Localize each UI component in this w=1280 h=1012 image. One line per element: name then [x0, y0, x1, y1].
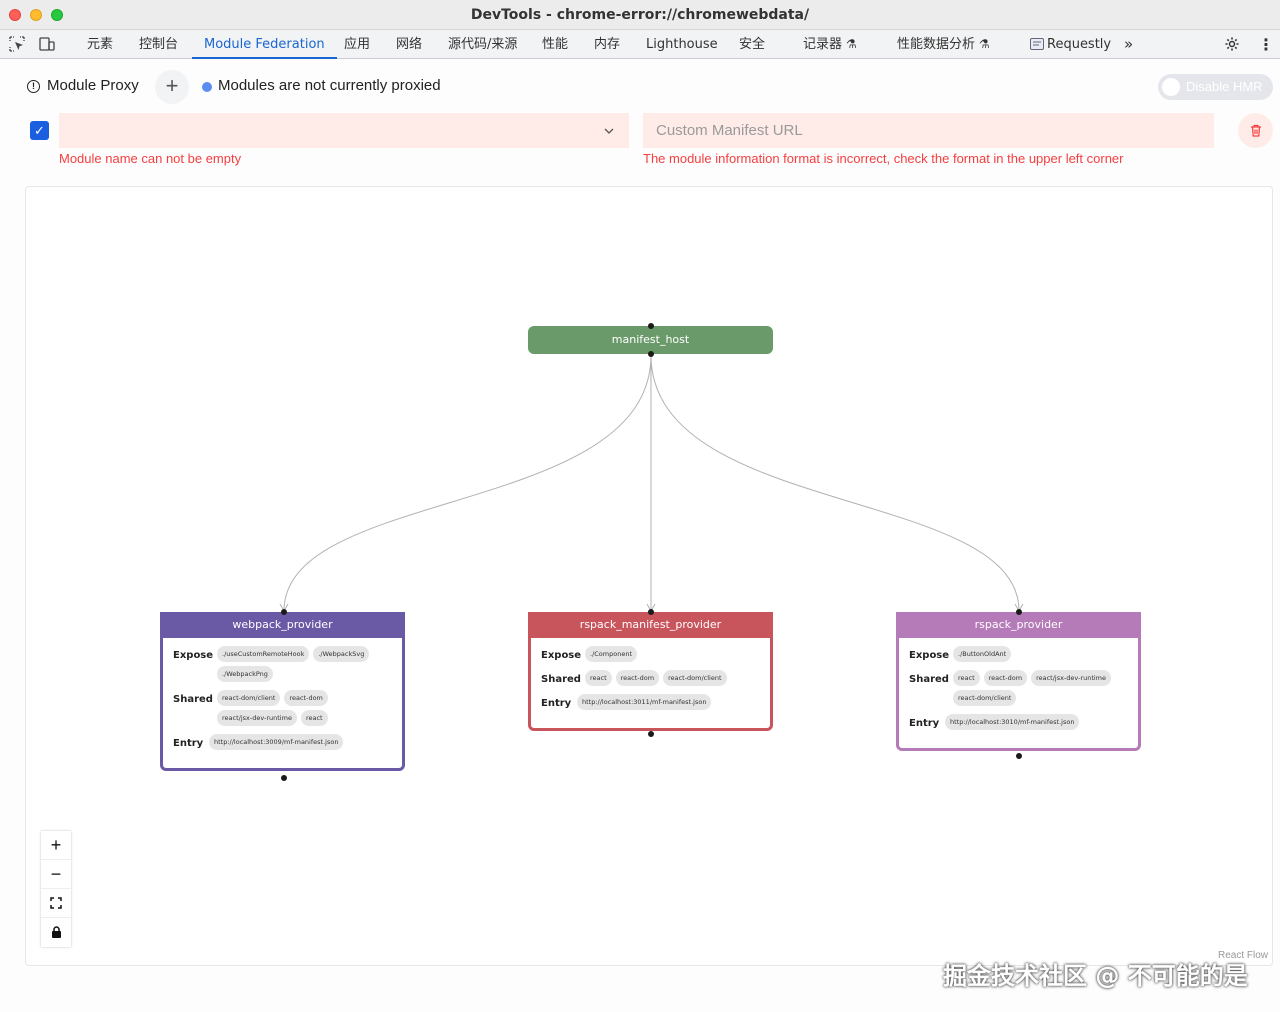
expose-label: Expose — [909, 650, 950, 661]
node-handle[interactable] — [648, 609, 654, 615]
trash-icon — [1250, 124, 1261, 137]
edge-host-webpack — [283, 354, 652, 612]
device-toggle-icon[interactable] — [39, 36, 55, 52]
shared-chip: react-dom — [983, 670, 1028, 686]
shared-chip: react/jsx-dev-runtime — [1031, 670, 1112, 686]
expose-chip: ./Component — [585, 646, 637, 662]
node-handle[interactable] — [648, 351, 654, 357]
edge-host-rspack — [650, 354, 1020, 612]
entry-label: Entry — [173, 738, 204, 749]
shared-chip: react/jsx-dev-runtime — [217, 710, 297, 726]
disable-hmr-toggle[interactable]: Disable HMR — [1158, 74, 1273, 100]
expose-chip: ./ButtonOldAnt — [953, 646, 1012, 662]
entry-label: Entry — [541, 698, 572, 709]
toggle-knob — [1162, 78, 1180, 96]
tab-lighthouse[interactable]: Lighthouse — [646, 30, 718, 59]
window-title: DevTools - chrome-error://chromewebdata/ — [470, 7, 810, 23]
tab-requestly[interactable]: Requestly — [1047, 30, 1111, 59]
host-node[interactable]: manifest_host — [528, 326, 773, 354]
disable-hmr-label: Disable HMR — [1186, 79, 1263, 94]
dependency-graph-canvas[interactable]: manifest_host webpack_provider Expose ./u… — [25, 186, 1273, 966]
shared-chip: react — [585, 670, 612, 686]
provider-node-title: rspack_provider — [896, 612, 1141, 638]
provider-node-title: rspack_manifest_provider — [528, 612, 773, 638]
tab-security[interactable]: 安全 — [739, 30, 765, 59]
lock-icon — [51, 926, 61, 938]
shared-chip: react-dom/client — [217, 690, 281, 706]
delete-module-button[interactable] — [1238, 113, 1273, 148]
requestly-icon — [1030, 38, 1044, 50]
more-tabs-chevron-icon[interactable]: » — [1124, 30, 1133, 59]
fit-view-icon — [50, 897, 62, 909]
tab-recorder-label: 记录器 — [803, 37, 843, 52]
shared-label: Shared — [541, 674, 581, 685]
tab-performance[interactable]: 性能 — [542, 30, 568, 59]
tab-module-federation[interactable]: Module Federation — [192, 30, 337, 59]
manifest-url-error: The module information format is incorre… — [643, 151, 1124, 166]
module-name-select[interactable] — [59, 113, 629, 148]
node-handle[interactable] — [281, 775, 287, 781]
devtools-tabbar: 元素 控制台 Module Federation 应用 网络 源代码/来源 性能… — [0, 30, 1280, 59]
zoom-in-button[interactable]: + — [41, 831, 71, 860]
tab-performance-insights[interactable]: 性能数据分析 ⚗ — [897, 30, 990, 59]
shared-chip: react — [300, 710, 328, 726]
tab-console[interactable]: 控制台 — [139, 30, 178, 59]
provider-node-title: webpack_provider — [160, 612, 405, 638]
module-enabled-checkbox[interactable]: ✓ — [30, 121, 49, 140]
tab-memory[interactable]: 内存 — [594, 30, 620, 59]
chevron-down-icon — [604, 128, 614, 134]
graph-edges — [279, 354, 1024, 613]
shared-chip: react-dom/client — [663, 670, 727, 686]
node-handle[interactable] — [281, 609, 287, 615]
entry-label: Entry — [909, 718, 940, 729]
node-handle[interactable] — [1016, 609, 1022, 615]
shared-label: Shared — [173, 694, 213, 705]
tab-recorder[interactable]: 记录器 ⚗ — [803, 30, 857, 59]
expose-label: Expose — [541, 650, 582, 661]
watermark-text: 掘金技术社区 @ 不可能的是 — [943, 962, 1248, 990]
lock-toggle-button[interactable] — [41, 918, 71, 947]
shared-chip: react-dom — [615, 670, 660, 686]
custom-manifest-url-input[interactable] — [643, 113, 1214, 148]
node-handle[interactable] — [1016, 753, 1022, 759]
zoom-out-button[interactable]: − — [41, 860, 71, 889]
tab-elements[interactable]: 元素 — [87, 30, 113, 59]
inspect-element-icon[interactable] — [9, 36, 25, 52]
tab-sources[interactable]: 源代码/来源 — [448, 30, 517, 59]
entry-chip: http://localhost:3010/mf-manifest.json — [945, 714, 1080, 730]
proxy-status-text: Modules are not currently proxied — [218, 77, 441, 94]
shared-chip: react — [953, 670, 980, 686]
more-options-kebab-icon[interactable]: ⋮ — [1258, 30, 1274, 59]
expose-chip: ./WebpackPng — [217, 666, 273, 682]
shared-label: Shared — [909, 674, 949, 685]
node-handle[interactable] — [648, 731, 654, 737]
settings-gear-icon[interactable] — [1224, 36, 1240, 52]
flow-controls: + − — [41, 831, 71, 947]
experiment-flask-icon: ⚗ — [979, 37, 990, 51]
fit-view-button[interactable] — [41, 889, 71, 918]
shared-chip: react-dom — [284, 690, 328, 706]
expose-chip: ./useCustomRemoteHook — [217, 646, 310, 662]
node-handle[interactable] — [648, 323, 654, 329]
module-name-error: Module name can not be empty — [59, 151, 242, 166]
module-proxy-label: Module Proxy — [47, 77, 139, 94]
add-module-button[interactable]: + — [155, 70, 189, 104]
expose-chip: ./WebpackSvg — [313, 646, 370, 662]
window-titlebar: DevTools - chrome-error://chromewebdata/ — [0, 0, 1280, 30]
experiment-flask-icon: ⚗ — [846, 37, 857, 51]
tab-performance-insights-label: 性能数据分析 — [897, 37, 976, 52]
expose-label: Expose — [173, 650, 214, 661]
status-dot-icon — [202, 82, 212, 92]
entry-chip: http://localhost:3009/mf-manifest.json — [209, 734, 344, 750]
tab-network[interactable]: 网络 — [396, 30, 422, 59]
provider-node-webpack[interactable]: webpack_provider Expose ./useCustomRemote… — [160, 612, 405, 771]
tab-application[interactable]: 应用 — [344, 30, 370, 59]
shared-chip: react-dom/client — [953, 690, 1017, 706]
provider-node-rspack[interactable]: rspack_provider Expose ./ButtonOldAnt Sha… — [896, 612, 1141, 751]
entry-chip: http://localhost:3011/mf-manifest.json — [577, 694, 712, 710]
provider-node-rspack-manifest[interactable]: rspack_manifest_provider Expose ./Compone… — [528, 612, 773, 731]
info-icon: ! — [27, 80, 40, 93]
